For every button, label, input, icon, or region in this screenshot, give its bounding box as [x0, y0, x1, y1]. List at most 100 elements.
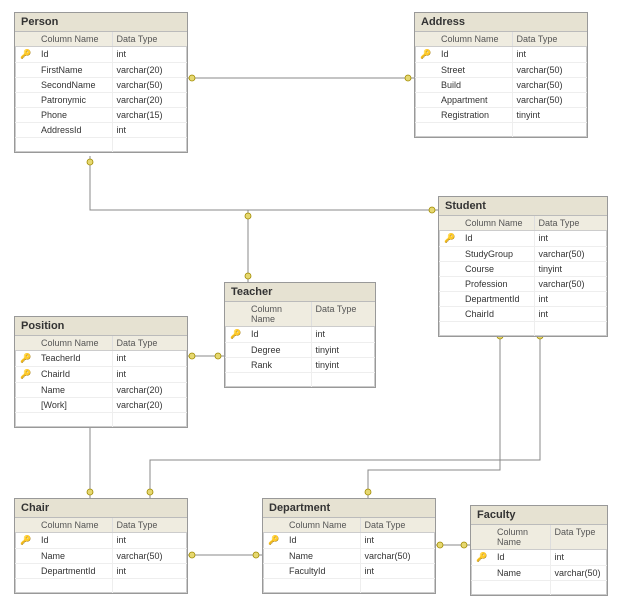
table-row[interactable]: 🔑Idint — [415, 47, 587, 63]
header-data-type: Data Type — [113, 32, 188, 46]
pk-icon: 🔑 — [263, 533, 285, 548]
table-row[interactable]: [Work]varchar(20) — [15, 398, 187, 413]
table-student[interactable]: StudentColumn NameData Type🔑IdintStudyGr… — [438, 196, 608, 337]
pk-icon: 🔑 — [15, 533, 37, 548]
table-row[interactable]: 🔑Idint — [15, 533, 187, 549]
table-row[interactable]: Namevarchar(20) — [15, 383, 187, 398]
table-address[interactable]: AddressColumn NameData Type🔑IdintStreetv… — [414, 12, 588, 138]
table-person[interactable]: PersonColumn NameData Type🔑IdintFirstNam… — [14, 12, 188, 153]
header-column-name: Column Name — [247, 302, 312, 326]
pk-icon — [225, 343, 247, 357]
header-data-type: Data Type — [113, 336, 188, 350]
table-position[interactable]: PositionColumn NameData Type🔑TeacherIdin… — [14, 316, 188, 428]
table-row[interactable]: DepartmentIdint — [439, 292, 607, 307]
pk-icon — [439, 292, 461, 306]
column-name: Name — [37, 383, 113, 397]
table-row[interactable]: FirstNamevarchar(20) — [15, 63, 187, 78]
column-type: int — [513, 47, 588, 62]
table-row-empty — [439, 322, 607, 336]
table-row[interactable]: 🔑Idint — [15, 47, 187, 63]
pk-icon — [471, 566, 493, 580]
table-row[interactable]: StudyGroupvarchar(50) — [439, 247, 607, 262]
table-header: Column NameData Type — [15, 336, 187, 351]
table-header: Column NameData Type — [415, 32, 587, 47]
column-type: varchar(20) — [113, 93, 188, 107]
table-title: Department — [263, 499, 435, 518]
table-title: Address — [415, 13, 587, 32]
table-row-empty — [263, 579, 435, 593]
table-row[interactable]: 🔑Idint — [471, 550, 607, 566]
table-row[interactable]: Namevarchar(50) — [471, 566, 607, 581]
column-name: Id — [461, 231, 535, 246]
table-row[interactable]: Registrationtinyint — [415, 108, 587, 123]
table-row[interactable]: 🔑Idint — [263, 533, 435, 549]
table-row[interactable]: Streetvarchar(50) — [415, 63, 587, 78]
pk-icon — [15, 564, 37, 578]
table-title: Student — [439, 197, 607, 216]
table-row[interactable]: Appartmentvarchar(50) — [415, 93, 587, 108]
header-column-name: Column Name — [461, 216, 535, 230]
table-teacher[interactable]: TeacherColumn NameData Type🔑IdintDegreet… — [224, 282, 376, 388]
table-row[interactable]: Patronymicvarchar(20) — [15, 93, 187, 108]
table-row[interactable]: 🔑ChairIdint — [15, 367, 187, 383]
pk-icon — [439, 262, 461, 276]
table-header: Column NameData Type — [225, 302, 375, 327]
table-row[interactable]: Namevarchar(50) — [15, 549, 187, 564]
table-header: Column NameData Type — [15, 32, 187, 47]
header-column-name: Column Name — [37, 518, 113, 532]
table-row[interactable]: 🔑Idint — [225, 327, 375, 343]
table-row-empty — [225, 373, 375, 387]
pk-icon: 🔑 — [15, 47, 37, 62]
pk-icon — [415, 78, 437, 92]
table-chair[interactable]: ChairColumn NameData Type🔑IdintNamevarch… — [14, 498, 188, 594]
pk-icon: 🔑 — [439, 231, 461, 246]
column-name: StudyGroup — [461, 247, 535, 261]
table-row[interactable]: Phonevarchar(15) — [15, 108, 187, 123]
column-name: DepartmentId — [37, 564, 113, 578]
column-type: int — [361, 533, 436, 548]
table-row[interactable]: 🔑TeacherIdint — [15, 351, 187, 367]
table-department[interactable]: DepartmentColumn NameData Type🔑IdintName… — [262, 498, 436, 594]
pk-icon — [15, 78, 37, 92]
pk-icon — [439, 247, 461, 261]
table-row[interactable]: Namevarchar(50) — [263, 549, 435, 564]
table-row[interactable]: Buildvarchar(50) — [415, 78, 587, 93]
pk-icon — [15, 63, 37, 77]
pk-icon — [439, 277, 461, 291]
header-column-name: Column Name — [493, 525, 551, 549]
table-row[interactable]: FacultyIdint — [263, 564, 435, 579]
header-data-type: Data Type — [312, 302, 376, 326]
column-name: Patronymic — [37, 93, 113, 107]
pk-icon — [225, 358, 247, 372]
pk-icon — [15, 549, 37, 563]
column-type: varchar(50) — [361, 549, 436, 563]
pk-icon: 🔑 — [15, 367, 37, 382]
table-row[interactable]: SecondNamevarchar(50) — [15, 78, 187, 93]
header-data-type: Data Type — [551, 525, 608, 549]
column-name: DepartmentId — [461, 292, 535, 306]
table-row[interactable]: Professionvarchar(50) — [439, 277, 607, 292]
pk-icon — [263, 549, 285, 563]
column-name: Degree — [247, 343, 312, 357]
table-row[interactable]: Ranktinyint — [225, 358, 375, 373]
er-diagram-canvas: PersonColumn NameData Type🔑IdintFirstNam… — [0, 0, 620, 604]
table-row[interactable]: Degreetinyint — [225, 343, 375, 358]
column-type: int — [535, 307, 608, 321]
table-row-empty — [15, 138, 187, 152]
column-type: varchar(50) — [513, 93, 588, 107]
table-row[interactable]: DepartmentIdint — [15, 564, 187, 579]
column-name: Id — [493, 550, 551, 565]
column-name: Id — [37, 47, 113, 62]
column-type: int — [113, 47, 188, 62]
table-row[interactable]: AddressIdint — [15, 123, 187, 138]
pk-icon — [15, 398, 37, 412]
pk-icon: 🔑 — [471, 550, 493, 565]
pk-icon — [15, 93, 37, 107]
table-row[interactable]: Coursetinyint — [439, 262, 607, 277]
table-title: Position — [15, 317, 187, 336]
table-row[interactable]: ChairIdint — [439, 307, 607, 322]
header-column-name: Column Name — [437, 32, 513, 46]
table-faculty[interactable]: FacultyColumn NameData Type🔑IdintNamevar… — [470, 505, 608, 596]
header-column-name: Column Name — [37, 32, 113, 46]
table-row[interactable]: 🔑Idint — [439, 231, 607, 247]
